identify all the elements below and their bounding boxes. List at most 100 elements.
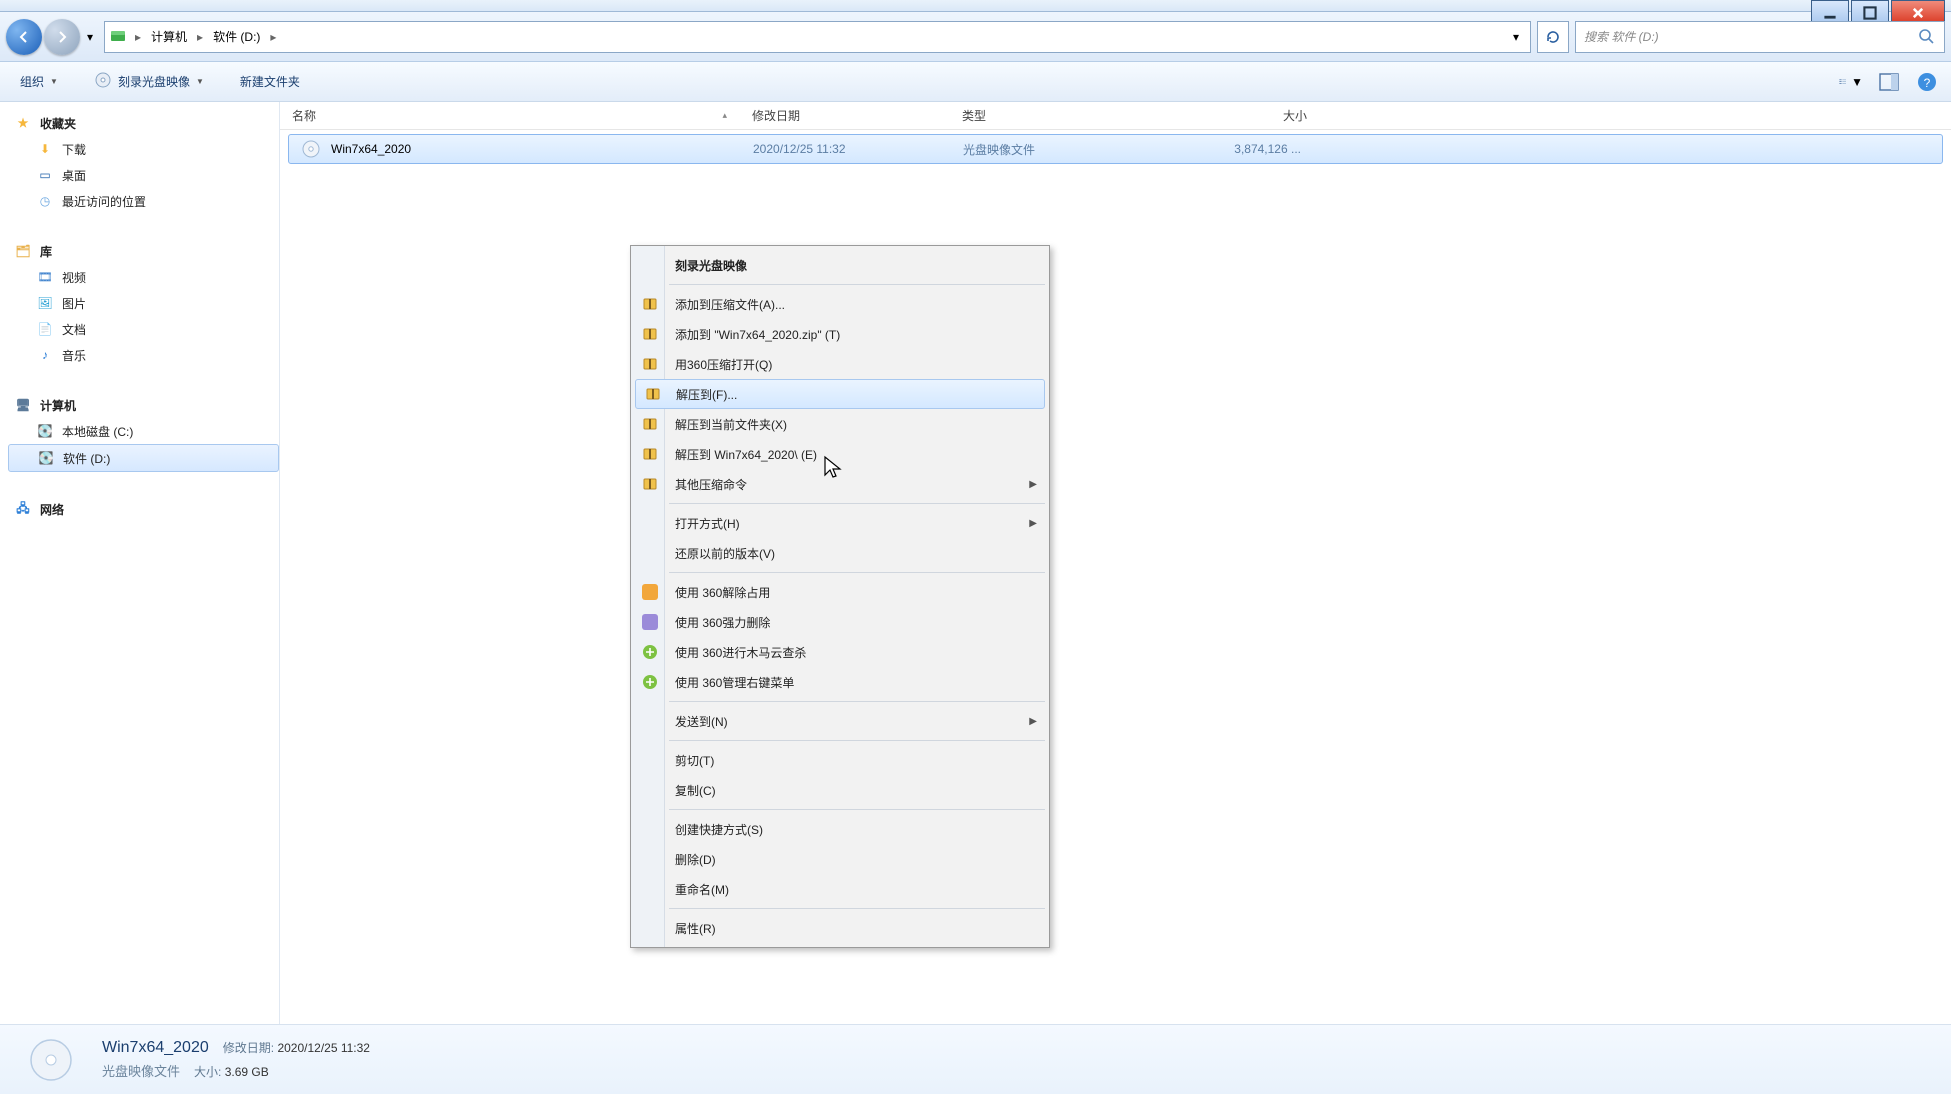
- sidebar-item-drive-c[interactable]: 💽本地磁盘 (C:): [8, 418, 279, 444]
- zip-icon: [641, 445, 659, 463]
- context-menu: 刻录光盘映像添加到压缩文件(A)...添加到 "Win7x64_2020.zip…: [630, 245, 1050, 948]
- menu-separator: [669, 740, 1045, 741]
- search-input[interactable]: 搜索 软件 (D:): [1575, 21, 1945, 53]
- details-filename: Win7x64_2020: [102, 1039, 209, 1057]
- disc-image-icon: [24, 1033, 78, 1087]
- context-menu-item[interactable]: 刻录光盘映像: [633, 250, 1047, 280]
- sidebar-item-documents[interactable]: 📄文档: [8, 316, 279, 342]
- menu-separator: [669, 701, 1045, 702]
- details-size: 大小: 3.69 GB: [194, 1063, 269, 1080]
- search-icon: [1918, 28, 1936, 49]
- computer-icon: 🖥: [14, 396, 32, 414]
- column-name[interactable]: 名称▴: [280, 107, 740, 124]
- zip-icon: [641, 355, 659, 373]
- burn-disc-image-button[interactable]: 刻录光盘映像▼: [86, 67, 212, 96]
- navigation-pane: ★收藏夹 ⬇下载 ▭桌面 ◷最近访问的位置 🗂库 🎞视频 🖼图片 📄文档 ♪音乐…: [0, 102, 280, 1024]
- context-menu-item[interactable]: 解压到当前文件夹(X): [633, 409, 1047, 439]
- context-menu-item[interactable]: 还原以前的版本(V): [633, 538, 1047, 568]
- command-bar: 组织▼ 刻录光盘映像▼ 新建文件夹 ▼ ?: [0, 62, 1951, 102]
- desktop-icon: ▭: [36, 166, 54, 184]
- context-menu-item[interactable]: 剪切(T): [633, 745, 1047, 775]
- context-menu-item[interactable]: 属性(R): [633, 913, 1047, 943]
- context-menu-item[interactable]: 复制(C): [633, 775, 1047, 805]
- column-size[interactable]: 大小: [1160, 107, 1320, 124]
- sidebar-item-downloads[interactable]: ⬇下载: [8, 136, 279, 162]
- svg-text:?: ?: [1924, 76, 1931, 90]
- drive-icon: [109, 27, 129, 47]
- context-menu-item[interactable]: 添加到压缩文件(A)...: [633, 289, 1047, 319]
- sidebar-item-music[interactable]: ♪音乐: [8, 342, 279, 368]
- file-name: Win7x64_2020: [331, 142, 411, 156]
- recent-icon: ◷: [36, 192, 54, 210]
- column-type[interactable]: 类型: [950, 107, 1160, 124]
- address-bar[interactable]: ▸ 计算机 ▸ 软件 (D:) ▸ ▾: [104, 21, 1531, 53]
- sidebar-item-pictures[interactable]: 🖼图片: [8, 290, 279, 316]
- breadcrumb-drive[interactable]: 软件 (D:): [209, 26, 264, 47]
- menu-separator: [669, 809, 1045, 810]
- context-menu-item[interactable]: 创建快捷方式(S): [633, 814, 1047, 844]
- file-row[interactable]: Win7x64_2020 2020/12/25 11:32 光盘映像文件 3,8…: [288, 134, 1943, 164]
- back-button[interactable]: [6, 19, 42, 55]
- details-filetype: 光盘映像文件: [102, 1061, 180, 1080]
- forward-button[interactable]: [44, 19, 80, 55]
- libraries-header[interactable]: 🗂库: [8, 238, 279, 264]
- menu-separator: [669, 572, 1045, 573]
- address-dropdown[interactable]: ▾: [1506, 30, 1526, 44]
- view-options-button[interactable]: ▼: [1839, 70, 1863, 94]
- 360p-icon: [641, 613, 659, 631]
- zip-icon: [641, 415, 659, 433]
- submenu-arrow-icon: ▶: [1029, 716, 1037, 727]
- context-menu-item[interactable]: 使用 360进行木马云查杀: [633, 637, 1047, 667]
- video-icon: 🎞: [36, 268, 54, 286]
- network-header[interactable]: 🖧网络: [8, 496, 279, 522]
- context-menu-item[interactable]: 发送到(N)▶: [633, 706, 1047, 736]
- context-menu-item[interactable]: 添加到 "Win7x64_2020.zip" (T): [633, 319, 1047, 349]
- picture-icon: 🖼: [36, 294, 54, 312]
- zip-icon: [641, 295, 659, 313]
- sidebar-item-drive-d[interactable]: 💽软件 (D:): [8, 444, 279, 472]
- context-menu-item[interactable]: 删除(D): [633, 844, 1047, 874]
- refresh-button[interactable]: [1537, 21, 1569, 53]
- music-icon: ♪: [36, 346, 54, 364]
- document-icon: 📄: [36, 320, 54, 338]
- submenu-arrow-icon: ▶: [1029, 518, 1037, 529]
- column-date[interactable]: 修改日期: [740, 107, 950, 124]
- 360g-icon: [641, 673, 659, 691]
- context-menu-item[interactable]: 解压到(F)...: [635, 379, 1045, 409]
- path-separator: ▸: [197, 30, 203, 44]
- new-folder-button[interactable]: 新建文件夹: [232, 69, 308, 94]
- context-menu-item[interactable]: 重命名(M): [633, 874, 1047, 904]
- preview-pane-button[interactable]: [1877, 70, 1901, 94]
- details-date: 修改日期: 2020/12/25 11:32: [223, 1039, 370, 1056]
- context-menu-item[interactable]: 打开方式(H)▶: [633, 508, 1047, 538]
- help-button[interactable]: ?: [1915, 70, 1939, 94]
- path-separator: ▸: [135, 30, 141, 44]
- library-icon: 🗂: [14, 242, 32, 260]
- file-date: 2020/12/25 11:32: [741, 142, 951, 156]
- navigation-bar: ▾ ▸ 计算机 ▸ 软件 (D:) ▸ ▾ 搜索 软件 (D:): [0, 12, 1951, 62]
- computer-header[interactable]: 🖥计算机: [8, 392, 279, 418]
- history-dropdown[interactable]: ▾: [82, 19, 98, 55]
- sidebar-item-desktop[interactable]: ▭桌面: [8, 162, 279, 188]
- context-menu-item[interactable]: 使用 360管理右键菜单: [633, 667, 1047, 697]
- disc-icon: [94, 71, 112, 92]
- zip-icon: [644, 385, 662, 403]
- network-icon: 🖧: [14, 500, 32, 518]
- context-menu-item[interactable]: 用360压缩打开(Q): [633, 349, 1047, 379]
- context-menu-item[interactable]: 使用 360强力删除: [633, 607, 1047, 637]
- file-size: 3,874,126 ...: [1161, 142, 1313, 156]
- disc-image-icon: [301, 139, 321, 159]
- zip-icon: [641, 475, 659, 493]
- sidebar-item-videos[interactable]: 🎞视频: [8, 264, 279, 290]
- organize-menu[interactable]: 组织▼: [12, 69, 66, 94]
- path-separator: ▸: [270, 30, 276, 44]
- title-bar: [0, 0, 1951, 12]
- menu-separator: [669, 503, 1045, 504]
- breadcrumb-computer[interactable]: 计算机: [147, 26, 191, 47]
- mouse-cursor-icon: [823, 455, 843, 484]
- menu-separator: [669, 908, 1045, 909]
- sidebar-item-recent[interactable]: ◷最近访问的位置: [8, 188, 279, 214]
- favorites-header[interactable]: ★收藏夹: [8, 110, 279, 136]
- context-menu-item[interactable]: 使用 360解除占用: [633, 577, 1047, 607]
- file-type: 光盘映像文件: [951, 141, 1161, 158]
